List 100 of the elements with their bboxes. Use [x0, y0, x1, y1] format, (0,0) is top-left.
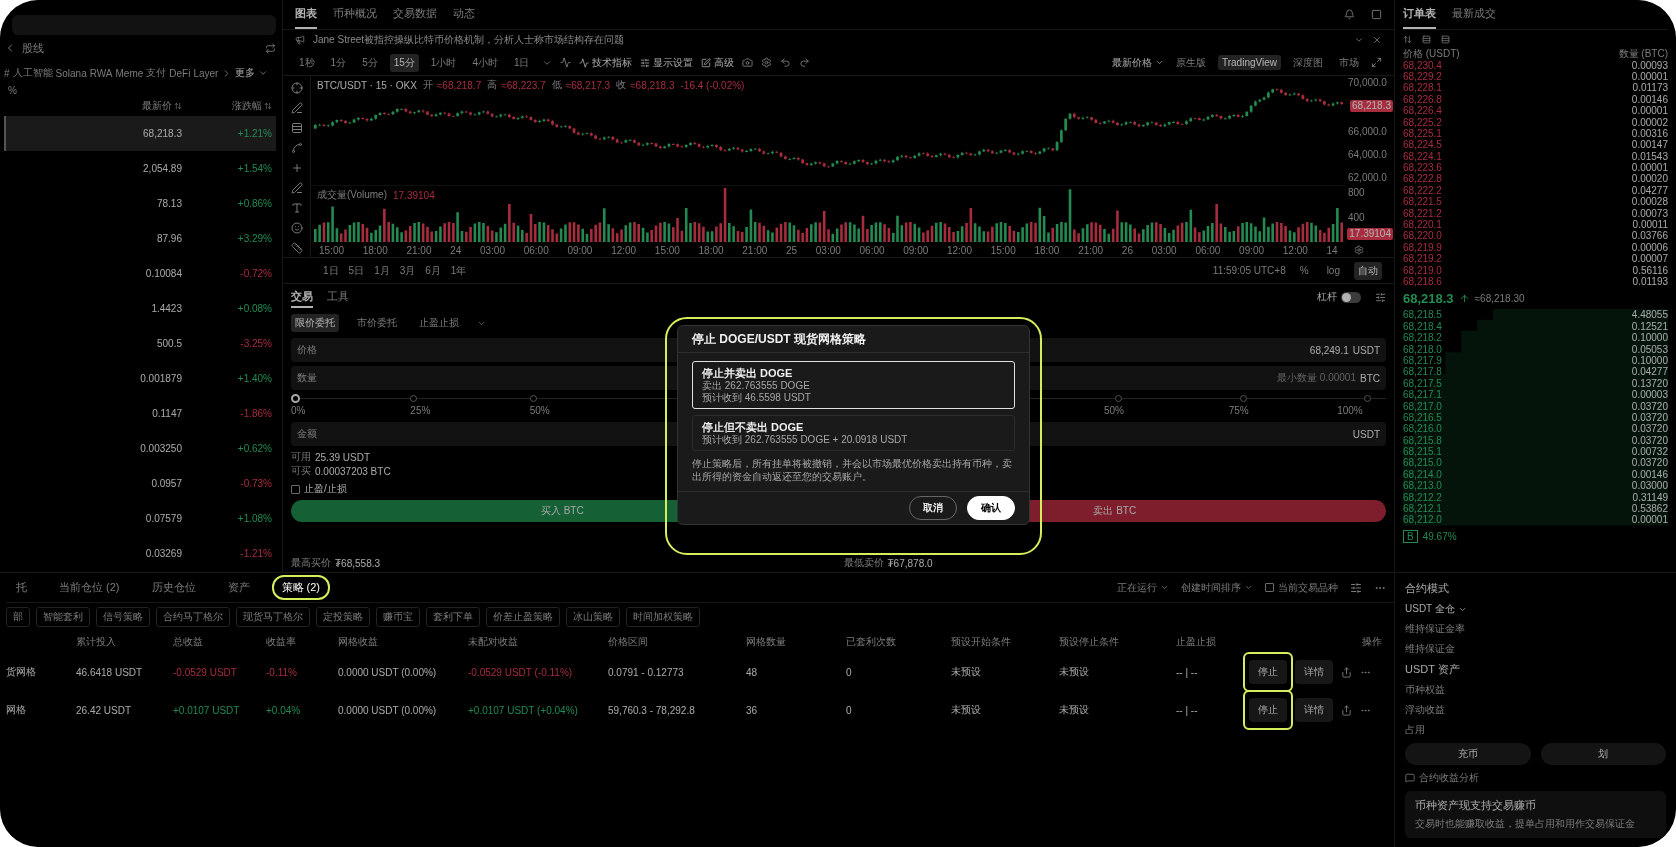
bid-amount: 0.03720	[1631, 434, 1668, 446]
column-header: 数量 (BTC)	[1618, 48, 1668, 60]
ask-amount: 0.00001	[1631, 70, 1668, 82]
bid-price: 68,213.0	[1403, 480, 1442, 492]
account-label: 占用	[1405, 723, 1426, 737]
table-cell-text: 0.0000 USDT (0.00%)	[338, 704, 438, 716]
change-text: -1.21%	[239, 548, 272, 559]
bid-price: 68,217.9	[1403, 354, 1442, 366]
bid-price: 68,215.1	[1403, 446, 1442, 458]
checkbox-label: 当前交易品种	[1278, 580, 1338, 595]
column-header: 价格 (USDT)	[1403, 48, 1460, 60]
table-cell-text: -- | --	[1176, 704, 1199, 716]
column-header: 网格数量	[746, 635, 787, 649]
table-cell-text: 46.6418 USDT	[76, 666, 144, 678]
time-tick: 03:00	[479, 244, 505, 256]
list-title: 股线	[22, 40, 44, 56]
filter-label: %	[7, 85, 18, 96]
bid-amount: 0.53862	[1631, 503, 1668, 515]
time-tick: 09:00	[567, 244, 593, 256]
column-header: 预设停止条件	[1059, 635, 1120, 649]
volume-tick: 800	[1348, 187, 1366, 198]
bid-amount: 0.13720	[1631, 377, 1668, 389]
ask-price: 68,219.0	[1403, 264, 1442, 276]
ask-price: 68,230.4	[1403, 59, 1442, 71]
time-tick: 03:00	[1151, 244, 1177, 256]
bid-amount: 0.04277	[1631, 366, 1668, 378]
table-cell-text: -- | --	[1176, 666, 1199, 678]
price-tick: 64,000.0	[1348, 149, 1388, 160]
bid-amount: 0.03720	[1631, 457, 1668, 469]
ask-price: 68,226.8	[1403, 93, 1442, 105]
last-price-tag: 68,218.3	[1350, 100, 1393, 113]
bid-price: 68,215.0	[1403, 457, 1442, 469]
table-cell-text: 未预设	[1059, 703, 1090, 717]
price-text: 0.07579	[144, 513, 182, 524]
section-title: USDT 资产	[1405, 662, 1461, 677]
account-label: 维持保证金率	[1405, 622, 1466, 636]
option-detail: 预计收到 262.763555 DOGE + 20.0918 USDT	[702, 434, 909, 446]
ask-amount: 0.01543	[1631, 150, 1668, 162]
balance-value: 25.39 USDT	[315, 451, 371, 463]
ask-amount: 0.00147	[1631, 139, 1668, 151]
ask-amount: 0.00002	[1631, 116, 1668, 128]
table-cell-text: 0	[846, 704, 853, 716]
ask-amount: 0.56116	[1632, 264, 1668, 276]
ask-amount: 0.01193	[1632, 276, 1668, 287]
bid-amount: 0.00003	[1631, 389, 1668, 401]
promo-text: 交易时也能赚取收益，提单占用和用作交易保证金	[1415, 817, 1636, 831]
ask-price: 68,225.1	[1403, 127, 1442, 139]
balance-label: 可买	[291, 464, 311, 478]
time-tick: 15:00	[319, 244, 345, 256]
bid-price: 68,217.1	[1403, 389, 1442, 401]
ask-amount: 0.00073	[1631, 207, 1668, 219]
bid-amount: 0.12521	[1631, 320, 1668, 332]
min-sell-label: 最低卖价	[843, 556, 884, 570]
bid-price: 68,218.2	[1403, 332, 1442, 344]
column-header: 未配对收益	[468, 635, 519, 649]
change-text: +3.29%	[236, 233, 272, 244]
change-value: -16.4 (-0.02%)	[680, 79, 745, 91]
ask-price: 68,223.6	[1403, 162, 1442, 174]
price-text: 78.13	[155, 198, 182, 209]
leverage-label: 杠杆	[1317, 290, 1337, 304]
last-price: 68,218.3	[1403, 290, 1454, 306]
ask-price: 68,219.9	[1403, 241, 1442, 253]
ask-price: 68,225.2	[1403, 116, 1442, 128]
bid-amount: 0.31149	[1632, 491, 1668, 503]
ask-price: 68,228.1	[1403, 82, 1442, 94]
time-tick: 15:00	[654, 244, 680, 256]
balance-value: 0.00037203 BTC	[315, 465, 391, 477]
time-tick: 18:00	[362, 244, 388, 256]
table-cell-text: 未预设	[1059, 665, 1090, 679]
price-text: 68,218.3	[142, 128, 182, 139]
price-tick: 70,000.0	[1348, 77, 1388, 88]
ask-price: 68,226.4	[1403, 105, 1442, 117]
ask-amount: 0.04277	[1631, 184, 1668, 196]
time-tick: 06:00	[1195, 244, 1221, 256]
time-tick: 03:00	[815, 244, 841, 256]
ask-price: 68,229.2	[1403, 70, 1442, 82]
price-text: 0.03269	[144, 548, 182, 559]
column-header: 网格收益	[338, 635, 379, 649]
time-tick: 26	[1121, 244, 1133, 256]
price-text: 87.96	[155, 233, 182, 244]
bid-amount: 0.03720	[1631, 400, 1668, 412]
ask-amount: 0.03766	[1631, 230, 1668, 242]
time-tick: 06:00	[859, 244, 885, 256]
ask-price: 68,219.2	[1403, 253, 1442, 265]
ask-price: 68,221.2	[1403, 207, 1442, 219]
ohlc-label: 高	[487, 78, 498, 92]
bid-amount: 0.00146	[1631, 468, 1668, 480]
ask-amount: 0.00001	[1631, 162, 1668, 174]
table-cell-text: 0	[846, 666, 853, 678]
column-header: 价格区间	[608, 635, 649, 649]
price-text: 0.0957	[150, 478, 182, 489]
ask-amount: 0.00146	[1631, 93, 1668, 105]
table-cell-text: 未预设	[951, 665, 982, 679]
column-header: 止盈止损	[1176, 635, 1217, 649]
change-text: -0.73%	[239, 478, 272, 489]
bid-price: 68,214.0	[1403, 468, 1442, 480]
volume-tick: 400	[1348, 212, 1366, 223]
dialog-title: 停止 DOGE/USDT 现货网格策略	[678, 326, 1029, 353]
table-cell-text: +0.0107 USDT	[173, 704, 241, 716]
ask-price: 68,222.2	[1403, 184, 1442, 196]
